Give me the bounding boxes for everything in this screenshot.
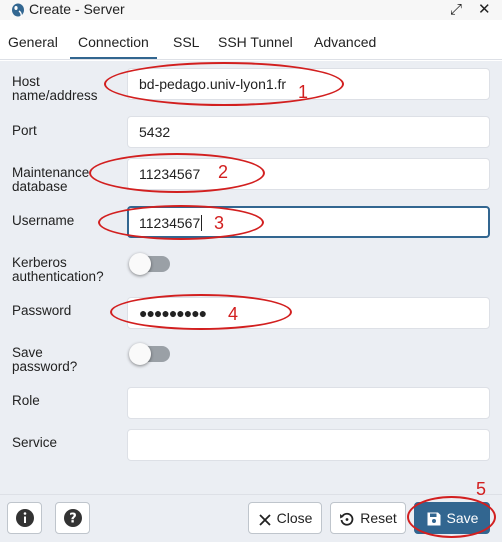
- role-label: Role: [12, 393, 40, 408]
- save-password-label: Save password?: [12, 345, 78, 374]
- svg-text:?: ?: [69, 512, 77, 527]
- port-input[interactable]: 5432: [127, 116, 490, 148]
- save-button[interactable]: Save: [414, 502, 490, 534]
- tab-ssh-tunnel[interactable]: SSH Tunnel: [218, 34, 293, 50]
- help-icon: ?: [63, 509, 82, 527]
- kerberos-toggle[interactable]: [129, 253, 170, 275]
- tab-ssl[interactable]: SSL: [173, 34, 199, 50]
- info-button[interactable]: [7, 502, 42, 534]
- host-label: Host name/address: [12, 74, 98, 103]
- service-label: Service: [12, 435, 58, 450]
- maintenance-db-label: Maintenance database: [12, 165, 90, 194]
- role-input[interactable]: [127, 387, 490, 419]
- toggle-knob: [129, 253, 151, 275]
- username-input[interactable]: 11234567: [127, 206, 490, 238]
- help-button[interactable]: ?: [55, 502, 90, 534]
- tab-general[interactable]: General: [8, 34, 58, 50]
- dialog-titlebar: Create - Server ⤢ ✕: [0, 0, 502, 20]
- toggle-knob: [129, 343, 151, 365]
- tab-advanced[interactable]: Advanced: [314, 34, 376, 50]
- expand-icon[interactable]: ⤢: [450, 1, 462, 19]
- close-button[interactable]: Close: [248, 502, 322, 534]
- host-input[interactable]: bd-pedago.univ-lyon1.fr: [127, 68, 490, 100]
- username-label: Username: [12, 213, 75, 228]
- tab-connection[interactable]: Connection: [70, 34, 157, 59]
- password-label: Password: [12, 303, 72, 318]
- username-value: 11234567: [139, 215, 201, 231]
- maintenance-db-input[interactable]: 11234567: [127, 158, 490, 190]
- save-password-toggle[interactable]: [129, 343, 170, 365]
- port-label: Port: [12, 123, 37, 138]
- elephant-icon: [12, 3, 24, 18]
- info-icon: [15, 509, 34, 527]
- annotation-number-1: 1: [298, 82, 309, 102]
- service-input[interactable]: [127, 429, 490, 461]
- text-caret: [201, 215, 203, 231]
- annotation-number-5: 5: [476, 479, 487, 499]
- dialog-title: Create - Server: [29, 1, 125, 17]
- annotation-number-2: 2: [218, 162, 229, 182]
- reset-icon: [340, 512, 354, 526]
- kerberos-label: Kerberos authentication?: [12, 255, 104, 284]
- save-icon: [427, 512, 441, 526]
- close-icon[interactable]: ✕: [478, 1, 491, 19]
- password-input[interactable]: ●●●●●●●●●: [127, 297, 490, 329]
- close-icon: [258, 514, 271, 526]
- tab-bar: General Connection SSL SSH Tunnel Advanc…: [0, 28, 502, 60]
- reset-button[interactable]: Reset: [330, 502, 406, 534]
- annotation-number-4: 4: [228, 304, 239, 324]
- annotation-number-3: 3: [214, 213, 225, 233]
